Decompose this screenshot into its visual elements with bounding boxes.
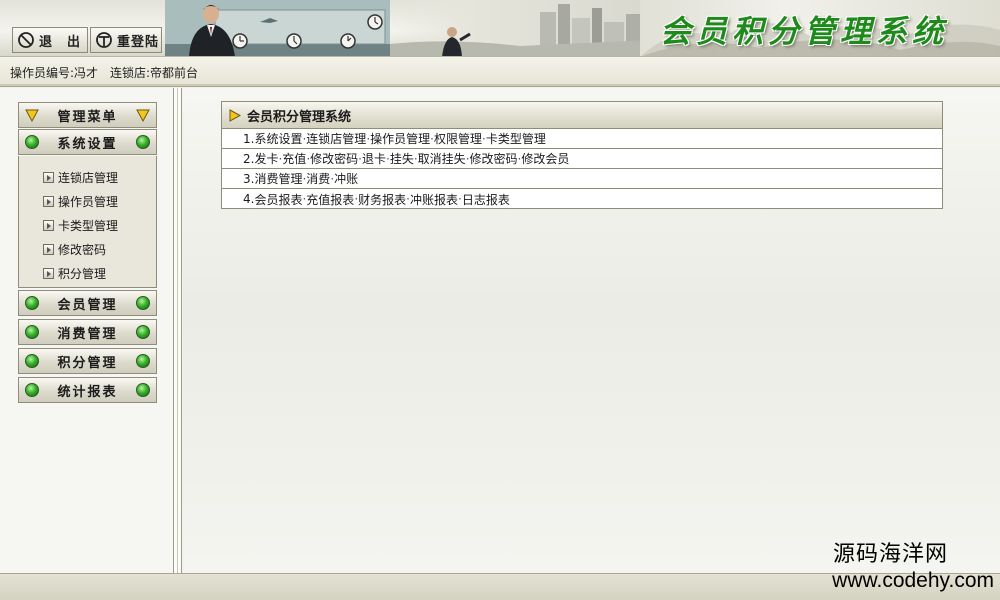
- arrow-box-icon: [43, 195, 54, 207]
- relogin-label: 重登陆: [117, 34, 160, 50]
- submenu-item-store-management[interactable]: 连锁店管理: [19, 165, 156, 189]
- menu-points-management[interactable]: 积分管理: [18, 348, 157, 374]
- triangle-right-icon: [229, 108, 241, 122]
- menu-system-settings[interactable]: 系统设置: [18, 129, 157, 155]
- watermark: 源码海洋网 www.codehy.com: [784, 541, 994, 597]
- menu-consumption-management[interactable]: 消费管理: [18, 319, 157, 345]
- logout-button[interactable]: 退 出: [12, 27, 88, 53]
- panel-row: 3. 消费管理 · 消费 · 冲账: [222, 169, 942, 189]
- store-info: 连锁店:帝都前台: [110, 66, 199, 80]
- panel-link[interactable]: 消费管理: [254, 170, 302, 187]
- green-dot-icon: [25, 135, 39, 149]
- green-dot-icon: [25, 354, 39, 368]
- green-dot-icon: [136, 383, 150, 397]
- panel-link[interactable]: 冲账: [334, 170, 358, 187]
- panel-link[interactable]: 卡类型管理: [486, 130, 546, 147]
- triangle-down-icon: [25, 109, 39, 122]
- panel-link[interactable]: 发卡: [254, 150, 278, 167]
- info-bar: 操作员编号:冯才 连锁店:帝都前台: [0, 57, 1000, 87]
- panel-link[interactable]: 连锁店管理: [306, 130, 366, 147]
- panel-link[interactable]: 挂失: [390, 150, 414, 167]
- panel-rows: 1. 系统设置 · 连锁店管理 · 操作员管理 · 权限管理 · 卡类型管理 2. 发卡 · 充值 · 修改密…: [222, 129, 942, 209]
- header-banner: 会员积分管理系统 退 出 重登陆: [0, 0, 1000, 57]
- panel-title: 会员积分管理系统: [247, 109, 352, 125]
- panel-link[interactable]: 退卡: [362, 150, 386, 167]
- row-number: 3.: [243, 171, 255, 186]
- panel-header: 会员积分管理系统: [222, 102, 942, 129]
- menu-member-label: 会员管理: [57, 297, 118, 313]
- submenu-item-change-password[interactable]: 修改密码: [19, 237, 156, 261]
- row-number: 4.: [243, 192, 255, 206]
- submenu-item-label: 操作员管理: [58, 194, 119, 209]
- relogin-button[interactable]: 重登陆: [90, 27, 162, 53]
- clock-icon: [340, 33, 356, 49]
- panel-link[interactable]: 操作员管理: [370, 130, 430, 147]
- panel-row: 1. 系统设置 · 连锁店管理 · 操作员管理 · 权限管理 · 卡类型管理: [222, 129, 942, 149]
- panel-link[interactable]: 财务报表: [358, 191, 406, 208]
- row-number: 1.: [243, 131, 255, 146]
- arrow-box-icon: [43, 267, 54, 279]
- overview-panel: 会员积分管理系统 1. 系统设置 · 连锁店管理 · 操作员管理 · 权限管理 · 卡类型管理 2.…: [221, 101, 943, 209]
- triangle-down-icon: [136, 109, 150, 122]
- panel-link[interactable]: 修改密码: [470, 150, 518, 167]
- submenu-item-label: 积分管理: [58, 266, 107, 281]
- panel-link[interactable]: 充值报表: [306, 191, 354, 208]
- panel-link[interactable]: 修改会员: [521, 150, 569, 167]
- menu-statistics-reports[interactable]: 统计报表: [18, 377, 157, 403]
- main-menu-header[interactable]: 管理菜单: [18, 102, 157, 128]
- submenu-item-label: 修改密码: [58, 242, 107, 257]
- arrow-box-icon: [43, 243, 54, 255]
- menu-consume-label: 消费管理: [57, 326, 118, 342]
- menu-report-label: 统计报表: [57, 384, 118, 400]
- panel-link[interactable]: 会员报表: [254, 191, 302, 208]
- green-dot-icon: [136, 354, 150, 368]
- menu-member-management[interactable]: 会员管理: [18, 290, 157, 316]
- reload-t-icon: [96, 32, 112, 48]
- menu-system-label: 系统设置: [57, 136, 118, 152]
- green-dot-icon: [25, 325, 39, 339]
- app-title: 会员积分管理系统: [660, 14, 948, 50]
- banner-city: [390, 0, 650, 56]
- row-number: 2.: [243, 151, 255, 166]
- green-dot-icon: [25, 383, 39, 397]
- submenu-item-label: 连锁店管理: [58, 170, 119, 185]
- no-entry-icon: [18, 32, 34, 48]
- submenu-item-points-management[interactable]: 积分管理: [19, 261, 156, 285]
- arrow-box-icon: [43, 219, 54, 231]
- submenu-item-label: 卡类型管理: [58, 218, 119, 233]
- watermark-cn: 源码海洋网: [832, 542, 948, 567]
- panel-row: 2. 发卡 · 充值 · 修改密码 · 退卡 · 挂失 · 取消挂失 · 修改密码 · 修改会员: [222, 149, 942, 169]
- clock-icon: [286, 33, 302, 49]
- panel-link[interactable]: 修改密码: [310, 150, 358, 167]
- system-submenu: 连锁店管理 操作员管理 卡类型管理 修改密码 积分管理: [18, 156, 157, 288]
- panel-row: 4. 会员报表 · 充值报表 · 财务报表 · 冲账报表 · 日志报表: [222, 189, 942, 209]
- clock-icon: [232, 33, 248, 49]
- watermark-url: www.codehy.com: [832, 569, 994, 592]
- panel-link[interactable]: 消费: [306, 170, 330, 187]
- banner-illustration: [165, 0, 390, 56]
- menu-points-label: 积分管理: [57, 355, 118, 371]
- panel-link[interactable]: 权限管理: [434, 130, 482, 147]
- panel-link[interactable]: 日志报表: [462, 191, 510, 208]
- frame-splitter[interactable]: [173, 88, 182, 573]
- green-dot-icon: [136, 135, 150, 149]
- panel-link[interactable]: 冲账报表: [410, 191, 458, 208]
- arrow-box-icon: [43, 171, 54, 183]
- submenu-item-card-type-management[interactable]: 卡类型管理: [19, 213, 156, 237]
- operator-info: 操作员编号:冯才: [10, 66, 99, 80]
- main-menu-label: 管理菜单: [57, 109, 118, 125]
- panel-link[interactable]: 取消挂失: [418, 150, 466, 167]
- city-skyline-illustration: [390, 4, 650, 56]
- submenu-item-operator-management[interactable]: 操作员管理: [19, 189, 156, 213]
- panel-link[interactable]: 充值: [282, 150, 306, 167]
- green-dot-icon: [136, 325, 150, 339]
- green-dot-icon: [25, 296, 39, 310]
- green-dot-icon: [136, 296, 150, 310]
- logout-label: 退 出: [39, 34, 82, 50]
- panel-link[interactable]: 系统设置: [254, 130, 302, 147]
- clock-icon: [367, 14, 383, 30]
- banner-photo: [165, 0, 390, 56]
